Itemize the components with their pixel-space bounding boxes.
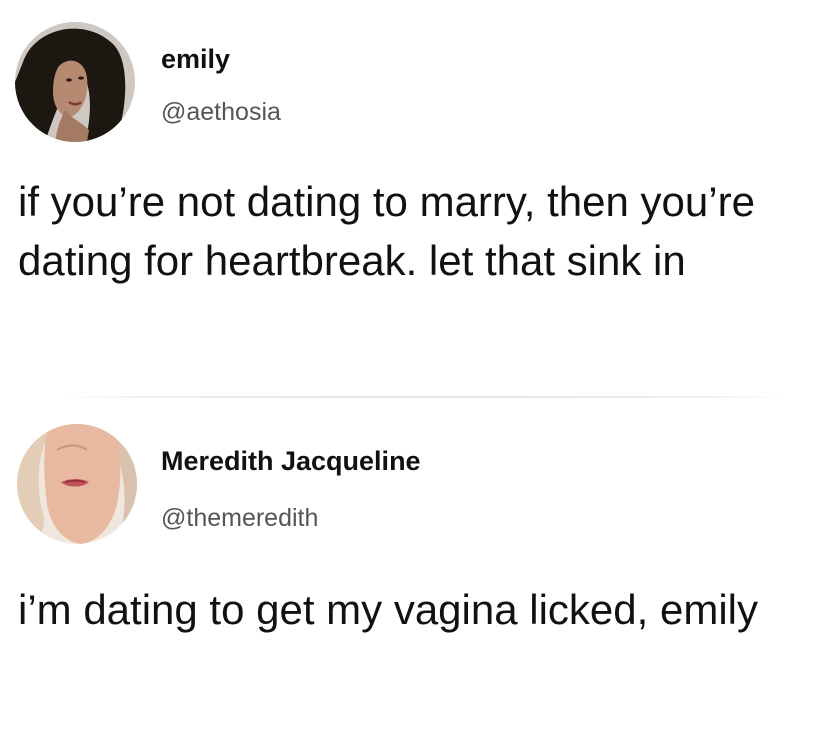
display-name[interactable]: emily	[161, 44, 230, 75]
divider	[60, 396, 790, 398]
user-handle[interactable]: @aethosia	[161, 98, 281, 127]
tweet[interactable]: emily @aethosia if you’re not dating to …	[0, 0, 828, 390]
avatar[interactable]	[17, 424, 137, 544]
tweet-text: i’m dating to get my vagina licked, emil…	[18, 586, 758, 633]
profile-photo-icon	[17, 424, 137, 544]
user-handle[interactable]: @themeredith	[161, 504, 318, 533]
avatar[interactable]	[15, 22, 135, 142]
tweet[interactable]: Meredith Jacqueline @themeredith i’m dat…	[0, 400, 828, 744]
display-name[interactable]: Meredith Jacqueline	[161, 446, 421, 477]
profile-photo-icon	[15, 22, 135, 142]
tweet-text: if you’re not dating to marry, then you’…	[18, 178, 755, 284]
